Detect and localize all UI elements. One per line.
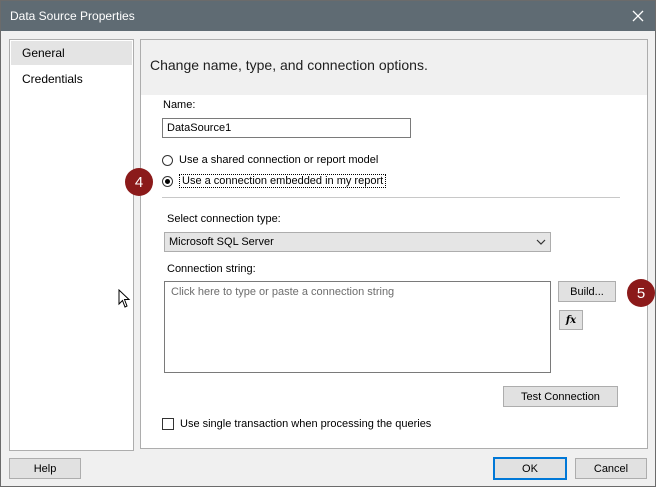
- panel-header-text: Change name, type, and connection option…: [150, 57, 428, 73]
- window-title: Data Source Properties: [10, 9, 135, 23]
- step-5-badge: 5: [627, 279, 655, 307]
- sidebar: General Credentials: [9, 39, 134, 451]
- radio-button[interactable]: [162, 154, 173, 166]
- build-button[interactable]: Build...: [558, 281, 616, 302]
- help-button[interactable]: Help: [9, 458, 81, 479]
- title-bar[interactable]: Data Source Properties: [1, 1, 655, 31]
- ok-button[interactable]: OK: [493, 457, 567, 480]
- chevron-down-icon: [536, 239, 546, 245]
- test-connection-button[interactable]: Test Connection: [503, 386, 618, 407]
- sidebar-item-general[interactable]: General: [11, 41, 132, 65]
- connection-string-input[interactable]: [164, 281, 551, 373]
- cancel-button[interactable]: Cancel: [575, 458, 647, 479]
- name-input[interactable]: [162, 118, 411, 138]
- sidebar-item-label: Credentials: [22, 72, 83, 86]
- expression-button[interactable]: fx: [559, 310, 583, 330]
- radio-embedded-connection[interactable]: Use a connection embedded in my report: [162, 174, 387, 188]
- close-icon: [632, 10, 644, 22]
- connection-type-select[interactable]: Microsoft SQL Server: [164, 232, 551, 252]
- sidebar-item-credentials[interactable]: Credentials: [11, 67, 132, 91]
- radio-shared-label: Use a shared connection or report model: [179, 154, 379, 166]
- mouse-pointer-icon: [118, 289, 131, 308]
- radio-shared-connection[interactable]: Use a shared connection or report model: [162, 154, 378, 166]
- connection-string-label: Connection string:: [167, 263, 256, 275]
- radio-button-selected[interactable]: [162, 175, 173, 187]
- connection-type-label: Select connection type:: [167, 213, 281, 225]
- step-4-badge: 4: [125, 168, 153, 196]
- single-transaction-checkbox-row[interactable]: Use single transaction when processing t…: [162, 418, 431, 430]
- sidebar-item-label: General: [22, 46, 65, 60]
- separator: [162, 197, 620, 198]
- radio-embedded-label: Use a connection embedded in my report: [179, 174, 387, 188]
- dialog-window: Data Source Properties General Credentia…: [0, 0, 656, 487]
- function-icon: fx: [565, 314, 577, 326]
- single-transaction-checkbox[interactable]: [162, 418, 174, 430]
- close-button[interactable]: [627, 5, 649, 27]
- name-label: Name:: [163, 99, 196, 111]
- panel-header: Change name, type, and connection option…: [141, 40, 647, 95]
- single-transaction-label: Use single transaction when processing t…: [180, 418, 432, 430]
- connection-type-value: Microsoft SQL Server: [169, 236, 274, 248]
